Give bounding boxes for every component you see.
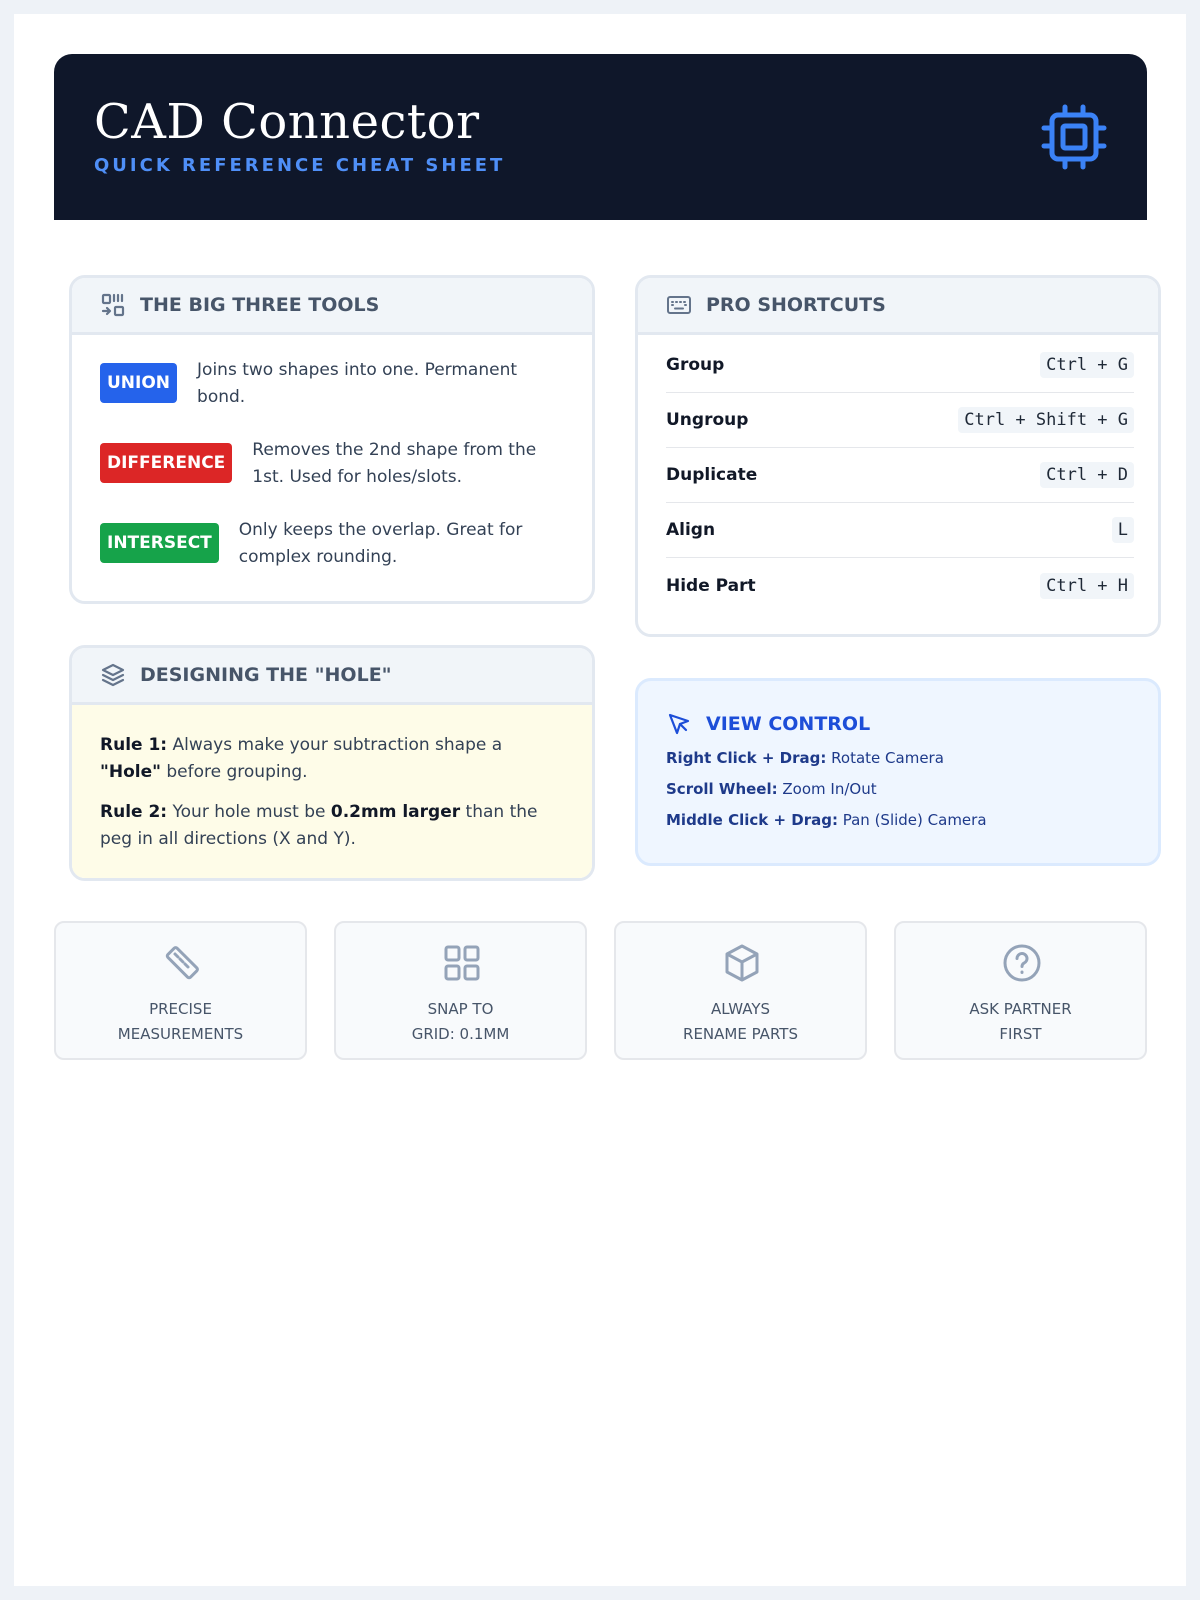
tip-text: SNAP TO GRID: 0.1MM — [336, 997, 585, 1047]
shortcut-name: Ungroup — [666, 410, 749, 430]
view-line-rotate: Right Click + Drag: Rotate Camera — [666, 749, 944, 767]
page-subtitle: QUICK REFERENCE CHEAT SHEET — [94, 155, 506, 176]
difference-badge: DIFFERENCE — [100, 443, 233, 483]
hole-rules: Rule 1: Always make your subtraction sha… — [72, 705, 592, 878]
union-description: Joins two shapes into one. Permanent bon… — [197, 357, 517, 411]
page-title: CAD Connector — [94, 94, 480, 150]
cheat-sheet-page: CAD Connector QUICK REFERENCE CHEAT SHEE… — [14, 14, 1186, 1586]
intersect-desc-line2: complex rounding. — [238, 547, 398, 567]
shortcut-row-ungroup: Ungroup Ctrl + Shift + G — [666, 393, 1134, 448]
grid-icon — [444, 945, 480, 981]
header-banner: CAD Connector QUICK REFERENCE CHEAT SHEE… — [54, 54, 1147, 220]
big-three-tools-card: THE BIG THREE TOOLS UNION Joins two shap… — [69, 275, 595, 604]
rule-1-text-a: Always make your subtraction shape a — [167, 735, 503, 755]
rule-1-bold: "Hole" — [100, 762, 161, 782]
difference-desc-line1: Removes the 2nd shape from the — [252, 440, 537, 460]
tip-snap-to-grid: SNAP TO GRID: 0.1MM — [334, 921, 587, 1060]
shortcut-row-align: Align L — [666, 503, 1134, 558]
shortcut-keys: Ctrl + G — [1040, 352, 1134, 378]
difference-description: Removes the 2nd shape from the 1st. Used… — [252, 437, 536, 491]
tools-icon — [101, 293, 125, 317]
tool-row-union: UNION Joins two shapes into one. Permane… — [100, 360, 517, 411]
shortcut-name: Align — [666, 520, 716, 540]
ruler-icon — [165, 946, 199, 980]
designing-hole-title: DESIGNING THE "HOLE" — [140, 664, 392, 686]
intersect-description: Only keeps the overlap. Great for comple… — [239, 517, 523, 571]
cpu-chip-icon — [1041, 104, 1107, 170]
shortcut-row-group: Group Ctrl + G — [666, 338, 1134, 393]
shortcut-keys: Ctrl + H — [1040, 572, 1134, 599]
rule-2: Rule 2: Your hole must be 0.2mm larger t… — [100, 799, 567, 853]
union-desc-line1: Joins two shapes into one. Permanent — [197, 360, 518, 380]
rule-2-text-a: Your hole must be — [167, 802, 331, 822]
view-line-label: Right Click + Drag: — [666, 749, 827, 767]
tool-row-difference: DIFFERENCE Removes the 2nd shape from th… — [100, 440, 536, 491]
tip-ask-partner: ASK PARTNER FIRST — [894, 921, 1147, 1060]
rule-2-bold: 0.2mm larger — [330, 802, 461, 822]
pro-shortcuts-title: PRO SHORTCUTS — [706, 294, 886, 316]
tip-line1: ALWAYS — [710, 1000, 771, 1018]
cursor-pointer-icon — [668, 713, 690, 735]
shortcut-row-duplicate: Duplicate Ctrl + D — [666, 448, 1134, 503]
tool-row-intersect: INTERSECT Only keeps the overlap. Great … — [100, 520, 522, 571]
shortcut-name: Duplicate — [666, 465, 758, 485]
shortcut-row-hide-part: Hide Part Ctrl + H — [666, 558, 1134, 613]
view-control-header: VIEW CONTROL — [666, 711, 870, 737]
rule-2-label: Rule 2: — [100, 802, 168, 822]
cube-icon — [725, 944, 759, 982]
tip-line2: MEASUREMENTS — [117, 1025, 244, 1043]
shortcut-keys: Ctrl + Shift + G — [958, 407, 1134, 433]
shortcut-name: Hide Part — [666, 575, 756, 596]
view-line-value: Rotate Camera — [826, 749, 944, 767]
layers-icon — [101, 663, 125, 687]
view-control-title: VIEW CONTROL — [706, 713, 871, 735]
rule-1-text-b: before grouping. — [160, 762, 308, 782]
shortcut-keys: Ctrl + D — [1040, 462, 1134, 488]
tip-line2: FIRST — [999, 1025, 1042, 1043]
pro-shortcuts-card: PRO SHORTCUTS Group Ctrl + G Ungroup Ctr… — [635, 275, 1161, 637]
difference-desc-line2: 1st. Used for holes/slots. — [252, 467, 463, 487]
view-line-zoom: Scroll Wheel: Zoom In/Out — [666, 780, 877, 798]
big-three-tools-title: THE BIG THREE TOOLS — [140, 294, 380, 316]
rule-1-label: Rule 1: — [100, 735, 168, 755]
tip-line2: RENAME PARTS — [683, 1025, 798, 1043]
tip-text: PRECISE MEASUREMENTS — [56, 997, 305, 1047]
union-desc-line2: bond. — [197, 387, 246, 407]
question-circle-icon — [1003, 944, 1041, 982]
intersect-desc-line1: Only keeps the overlap. Great for — [238, 520, 523, 540]
union-badge: UNION — [100, 363, 178, 403]
designing-hole-card: DESIGNING THE "HOLE" Rule 1: Always make… — [69, 645, 595, 881]
tip-line2: GRID: 0.1MM — [411, 1025, 510, 1043]
tip-line1: SNAP TO — [427, 1000, 494, 1018]
tip-text: ALWAYS RENAME PARTS — [616, 997, 865, 1047]
shortcut-name: Group — [666, 355, 725, 375]
view-line-label: Middle Click + Drag: — [666, 811, 838, 829]
tip-line1: PRECISE — [149, 1000, 212, 1018]
designing-hole-header: DESIGNING THE "HOLE" — [72, 648, 592, 705]
view-line-label: Scroll Wheel: — [666, 780, 778, 798]
rule-1: Rule 1: Always make your subtraction sha… — [100, 732, 567, 786]
tip-text: ASK PARTNER FIRST — [896, 997, 1145, 1047]
shortcut-keys: L — [1111, 517, 1134, 543]
view-line-value: Pan (Slide) Camera — [837, 811, 987, 829]
pro-shortcuts-header: PRO SHORTCUTS — [638, 278, 1158, 335]
view-line-value: Zoom In/Out — [777, 780, 877, 798]
keyboard-icon — [667, 296, 691, 314]
tip-rename-parts: ALWAYS RENAME PARTS — [614, 921, 867, 1060]
big-three-tools-header: THE BIG THREE TOOLS — [72, 278, 592, 335]
tip-line1: ASK PARTNER — [969, 1000, 1072, 1018]
view-line-pan: Middle Click + Drag: Pan (Slide) Camera — [666, 811, 987, 829]
tip-precise-measurements: PRECISE MEASUREMENTS — [54, 921, 307, 1060]
intersect-badge: INTERSECT — [100, 523, 219, 563]
view-control-card: VIEW CONTROL Right Click + Drag: Rotate … — [635, 678, 1161, 866]
